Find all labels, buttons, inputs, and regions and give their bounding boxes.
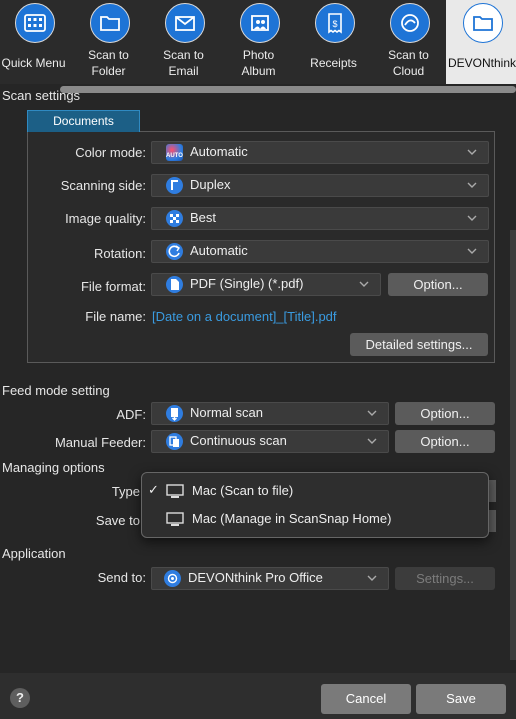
- section-title-scan-settings: Scan settings: [2, 88, 81, 103]
- toolbar-label: DEVONthink: [447, 56, 516, 70]
- toolbar-scan-to-cloud[interactable]: Scan to Cloud: [371, 0, 446, 84]
- folder-icon: [90, 3, 130, 43]
- folder-icon: [463, 3, 503, 43]
- manual-feeder-option-button[interactable]: Option...: [395, 430, 495, 453]
- chevron-down-icon: [359, 281, 369, 287]
- type-label: Type: [111, 484, 140, 499]
- detailed-settings-button[interactable]: Detailed settings...: [350, 333, 488, 356]
- vertical-scrollbar[interactable]: [510, 230, 516, 660]
- color-mode-select[interactable]: AUTO Automatic: [151, 141, 489, 164]
- help-icon[interactable]: ?: [10, 688, 30, 708]
- chevron-down-icon: [367, 410, 377, 416]
- quality-icon: [166, 210, 183, 227]
- monitor-icon: [166, 484, 184, 498]
- rotation-label: Rotation:: [93, 246, 146, 261]
- type-popup-menu: ✓ Mac (Scan to file) Mac (Manage in Scan…: [141, 472, 489, 538]
- file-format-value: PDF (Single) (*.pdf): [190, 276, 304, 291]
- toolbar: Quick Menu Scan to Folder Scan to Email …: [0, 0, 516, 84]
- type-button-edge: [488, 480, 496, 502]
- send-to-value: DEVONthink Pro Office: [188, 570, 323, 585]
- photo-album-icon: [240, 3, 280, 43]
- menu-item-label: Mac (Scan to file): [192, 483, 294, 498]
- scanning-side-select[interactable]: Duplex: [151, 174, 489, 197]
- image-quality-select[interactable]: Best: [151, 207, 489, 230]
- rotation-icon: [166, 243, 183, 260]
- toolbar-devonthink[interactable]: DEVONthink: [446, 0, 516, 84]
- section-title-feed-mode: Feed mode setting: [2, 383, 110, 398]
- toolbar-scan-to-folder[interactable]: Scan to Folder: [71, 0, 146, 84]
- manual-feeder-label: Manual Feeder:: [54, 435, 146, 450]
- save-button[interactable]: Save: [416, 684, 506, 714]
- chevron-down-icon: [367, 575, 377, 581]
- pdf-file-icon: [166, 276, 183, 293]
- toolbar-label: Scan to Folder: [88, 48, 129, 78]
- menu-item-label: Mac (Manage in ScanSnap Home): [192, 511, 392, 526]
- manual-feeder-value: Continuous scan: [190, 433, 287, 448]
- toolbar-label: Photo Album: [241, 48, 276, 78]
- manual-feeder-select[interactable]: Continuous scan: [151, 430, 389, 453]
- image-quality-value: Best: [190, 210, 217, 225]
- toolbar-quick-menu[interactable]: Quick Menu: [0, 0, 71, 84]
- adf-value: Normal scan: [190, 405, 263, 420]
- chevron-down-icon: [467, 248, 477, 254]
- file-format-select[interactable]: PDF (Single) (*.pdf): [151, 273, 381, 296]
- image-quality-label: Image quality:: [65, 211, 146, 226]
- continuous-icon: [166, 433, 183, 450]
- horizontal-scrollbar[interactable]: [60, 86, 516, 93]
- cloud-icon: [390, 3, 430, 43]
- menu-item-scan-to-file[interactable]: ✓ Mac (Scan to file): [142, 478, 488, 504]
- file-format-option-button[interactable]: Option...: [388, 273, 488, 296]
- send-to-select[interactable]: DEVONthink Pro Office: [151, 567, 389, 590]
- settings-button[interactable]: Settings...: [395, 567, 495, 590]
- file-name-link[interactable]: [Date on a document]_[Title].pdf: [152, 309, 337, 324]
- color-mode-value: Automatic: [190, 144, 248, 159]
- chevron-down-icon: [367, 438, 377, 444]
- save-to-label: Save to: [95, 513, 140, 528]
- menu-item-manage-in-scansnap-home[interactable]: Mac (Manage in ScanSnap Home): [142, 506, 488, 532]
- adf-label: ADF:: [116, 407, 146, 422]
- toolbar-photo-album[interactable]: Photo Album: [221, 0, 296, 84]
- section-title-managing-options: Managing options: [2, 460, 105, 475]
- chevron-down-icon: [467, 215, 477, 221]
- toolbar-label: Receipts: [310, 56, 357, 70]
- tab-documents[interactable]: Documents: [27, 110, 140, 132]
- chevron-down-icon: [467, 182, 477, 188]
- devonthink-icon: [164, 570, 181, 587]
- toolbar-label: Scan to Cloud: [388, 48, 429, 78]
- section-title-application: Application: [2, 546, 66, 561]
- adf-icon: [166, 405, 183, 422]
- file-name-label: File name:: [85, 309, 146, 324]
- svg-text:$: $: [332, 19, 337, 29]
- adf-select[interactable]: Normal scan: [151, 402, 389, 425]
- toolbar-label: Quick Menu: [1, 56, 66, 70]
- checkmark-icon: ✓: [148, 482, 159, 497]
- duplex-icon: [166, 177, 183, 194]
- grid-icon: [15, 3, 55, 43]
- receipt-icon: $: [315, 3, 355, 43]
- toolbar-receipts[interactable]: $ Receipts: [296, 0, 371, 84]
- send-to-label: Send to:: [97, 570, 146, 585]
- toolbar-scan-to-email[interactable]: Scan to Email: [146, 0, 221, 84]
- rotation-value: Automatic: [190, 243, 248, 258]
- toolbar-label: Scan to Email: [163, 48, 204, 78]
- envelope-icon: [165, 3, 205, 43]
- color-mode-label: Color mode:: [75, 145, 146, 160]
- rotation-select[interactable]: Automatic: [151, 240, 489, 263]
- cancel-button[interactable]: Cancel: [321, 684, 411, 714]
- monitor-icon: [166, 512, 184, 526]
- file-format-label: File format:: [80, 279, 146, 294]
- scanning-side-label: Scanning side:: [60, 178, 146, 193]
- save-button-edge: [488, 510, 496, 532]
- scanning-side-value: Duplex: [190, 177, 231, 192]
- auto-color-icon: AUTO: [166, 144, 183, 161]
- adf-option-button[interactable]: Option...: [395, 402, 495, 425]
- chevron-down-icon: [467, 149, 477, 155]
